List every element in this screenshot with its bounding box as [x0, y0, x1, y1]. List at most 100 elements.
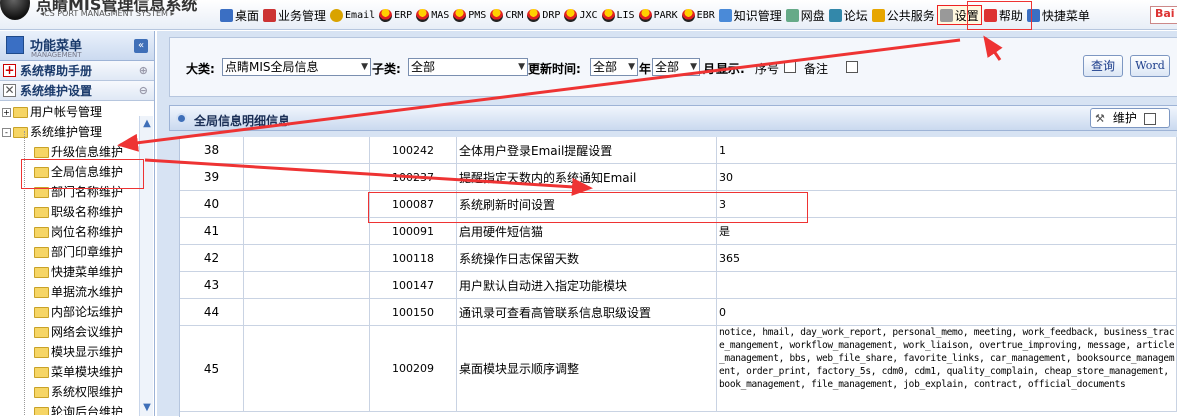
folder-icon	[13, 127, 28, 138]
menu-label: 公共服务	[886, 8, 935, 23]
category-label: 大类:	[186, 62, 215, 76]
value-cell-text: 3	[719, 197, 726, 211]
sidebar-scrollbar[interactable]: ▲ ▼	[139, 116, 153, 416]
business-icon	[263, 8, 277, 22]
menu-drp[interactable]: DRP	[525, 5, 562, 25]
ebr-icon	[681, 8, 695, 22]
folder-icon	[34, 327, 49, 338]
row-index: 45	[180, 326, 244, 411]
tree-item[interactable]: 部门印章维护	[34, 242, 123, 262]
value-cell: 3	[717, 191, 1177, 217]
tree-item[interactable]: 菜单模块维护	[34, 362, 123, 382]
value-cell: notice, hmail, day_work_report, personal…	[717, 326, 1177, 411]
public-service-icon	[871, 8, 885, 22]
tree-item[interactable]: - 系统维护管理	[2, 122, 102, 142]
section-label: 系统帮助手册	[20, 64, 93, 78]
scroll-up-icon[interactable]: ▲	[141, 118, 153, 130]
menu-label: LIS	[616, 9, 635, 21]
row-index: 44	[180, 299, 244, 325]
tree-item[interactable]: 岗位名称维护	[34, 222, 123, 242]
menu-shortcut[interactable]: 快捷菜单	[1025, 5, 1092, 25]
maintain-checkbox[interactable]	[1143, 112, 1156, 125]
code-cell: 100242	[370, 137, 457, 163]
query-button[interactable]: 查询	[1083, 55, 1123, 77]
name-cell: 桌面模块显示顺序调整	[457, 326, 717, 411]
word-export-button[interactable]: Word	[1130, 55, 1170, 77]
email-icon	[330, 8, 344, 22]
blank-cell	[244, 272, 370, 298]
table-row[interactable]: 40 100087 系统刷新时间设置 3	[180, 191, 1177, 218]
value-cell-text: 0	[719, 305, 726, 319]
menu-mas[interactable]: MAS	[414, 5, 451, 25]
menu-crm[interactable]: CRM	[488, 5, 525, 25]
menu-pms[interactable]: PMS	[451, 5, 488, 25]
code-cell-text: 100118	[392, 251, 434, 265]
tree-item[interactable]: 快捷菜单维护	[34, 262, 123, 282]
menu-label: 设置	[954, 8, 979, 23]
tree-item[interactable]: 网络会议维护	[34, 322, 123, 342]
row-index: 41	[180, 218, 244, 244]
tree-item[interactable]: 职级名称维护	[34, 202, 123, 222]
folder-icon	[34, 227, 49, 238]
tree-item[interactable]: 部门名称维护	[34, 182, 123, 202]
table-row[interactable]: 42 100118 系统操作日志保留天数 365	[180, 245, 1177, 272]
table-row[interactable]: 38 100242 全体用户登录Email提醒设置 1	[180, 137, 1177, 164]
collapse-icon[interactable]: -	[2, 128, 11, 137]
table-row[interactable]: 41 100091 启用硬件短信猫 是	[180, 218, 1177, 245]
menu-business[interactable]: 业务管理	[261, 5, 328, 25]
tree-item[interactable]: 升级信息维护	[34, 142, 123, 162]
name-cell: 提醒指定天数内的系统通知Email	[457, 164, 717, 190]
menu-ebr[interactable]: EBR	[680, 5, 717, 25]
menu-knowledge[interactable]: 知识管理	[717, 5, 784, 25]
expand-icon[interactable]: ⊕	[139, 61, 148, 81]
menu-settings[interactable]: 设置	[936, 5, 982, 25]
menu-erp[interactable]: ERP	[377, 5, 414, 25]
tree-item[interactable]: 全局信息维护	[34, 162, 123, 182]
menu-help[interactable]: 帮助	[982, 5, 1025, 25]
tree-item[interactable]: 单据流水维护	[34, 282, 123, 302]
subcategory-select[interactable]: 全部	[408, 58, 528, 76]
tree-item[interactable]: 轮询后台维护	[34, 402, 123, 415]
code-cell: 100147	[370, 272, 457, 298]
tree-item-label: 系统维护管理	[30, 125, 103, 139]
menu-email[interactable]: Email	[328, 5, 377, 25]
baidu-search-box[interactable]: Bai	[1150, 6, 1177, 24]
value-cell: 是	[717, 218, 1177, 244]
year-select[interactable]: 全部	[652, 58, 700, 76]
note-checkbox[interactable]	[846, 61, 858, 73]
update-time-select[interactable]: 全部	[590, 58, 638, 76]
scroll-down-icon[interactable]: ▼	[141, 402, 153, 414]
tree-item[interactable]: 模块显示维护	[34, 342, 123, 362]
note-label: 备注	[804, 62, 829, 76]
table-row[interactable]: 45 100209 桌面模块显示顺序调整 notice, hmail, day_wor…	[180, 326, 1177, 412]
row-index-text: 40	[203, 197, 220, 211]
seq-checkbox[interactable]	[784, 61, 796, 73]
menu-lis[interactable]: LIS	[600, 5, 637, 25]
name-cell: 启用硬件短信猫	[457, 218, 717, 244]
menu-desktop[interactable]: 桌面	[218, 5, 261, 25]
tree-item[interactable]: 系统权限维护	[34, 382, 123, 402]
menu-jxc[interactable]: JXC	[562, 5, 599, 25]
collapse-icon[interactable]: ⊖	[139, 81, 148, 101]
menu-park[interactable]: PARK	[637, 5, 680, 25]
menu-public-service[interactable]: 公共服务	[870, 5, 937, 25]
code-cell-text: 100091	[392, 224, 434, 238]
table-row[interactable]: 44 100150 通讯录可查看高管联系信息职级设置 0	[180, 299, 1177, 326]
sidebar-section-help[interactable]: + 系统帮助手册 ⊕	[0, 61, 154, 81]
sidebar-section-maintenance[interactable]: ✕ 系统维护设置 ⊖	[0, 81, 154, 101]
collapse-sidebar-button[interactable]: «	[134, 39, 148, 53]
table-row[interactable]: 39 100237 提醒指定天数内的系统通知Email 30	[180, 164, 1177, 191]
expand-icon[interactable]: +	[2, 108, 11, 117]
tree-item[interactable]: + 用户帐号管理	[2, 102, 102, 122]
tree-item-label: 快捷菜单维护	[51, 265, 124, 279]
blank-cell	[244, 245, 370, 271]
category-select[interactable]: 点睛MIS全局信息	[222, 58, 371, 76]
tree-item[interactable]: 内部论坛维护	[34, 302, 123, 322]
tree-item-label: 单据流水维护	[51, 285, 124, 299]
main-content: 大类: 点睛MIS全局信息 子类: 全部 更新时间: 全部 年 全部 月 显示:…	[157, 31, 1177, 417]
menu-label: PMS	[468, 9, 487, 21]
maintain-button[interactable]: ⚒ 维护	[1090, 108, 1170, 128]
menu-netdisk[interactable]: 网盘	[784, 5, 827, 25]
table-row[interactable]: 43 100147 用户默认自动进入指定功能模块	[180, 272, 1177, 299]
menu-forum[interactable]: 论坛	[827, 5, 870, 25]
